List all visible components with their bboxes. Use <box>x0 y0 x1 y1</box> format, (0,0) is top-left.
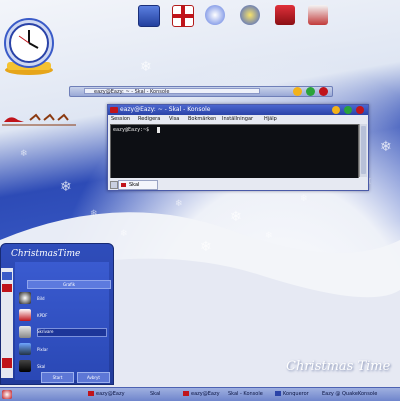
menu-session[interactable]: Session <box>111 115 130 123</box>
monitor-icon[interactable] <box>138 5 160 27</box>
snowflake-icon: ❄ <box>120 229 128 239</box>
maximize-icon[interactable] <box>344 106 352 114</box>
clock-icon <box>4 18 54 75</box>
snowflake-icon: ❄ <box>20 149 28 159</box>
item-label: Bild <box>37 296 45 301</box>
terminal-icon <box>19 360 31 372</box>
snowflake-icon: ❄ <box>140 59 152 75</box>
maximize-icon[interactable] <box>306 87 315 96</box>
snowglobe-icon[interactable] <box>205 5 225 25</box>
konsole-window: eazy@Eazy: ~ - Skal - Konsole Session Re… <box>107 104 369 191</box>
trash-icon[interactable] <box>275 5 295 25</box>
taskbar-item-label: Skal <box>150 391 161 397</box>
taskbar-item[interactable]: Skal <box>150 390 160 399</box>
taskbar-item-label: Konqueror <box>283 391 309 397</box>
tab-skal[interactable]: Skal <box>118 180 158 190</box>
window-titlebar[interactable]: eazy@Eazy: ~ - Skal - Konsole <box>108 105 368 115</box>
list-item[interactable]: Bild <box>19 292 109 308</box>
taskbar-item-label: Eazy @ QuakeKonsole <box>322 391 378 397</box>
snowflake-icon: ❄ <box>265 231 273 241</box>
menubar: Session Redigera Visa Bokmärken Inställn… <box>108 115 368 123</box>
taskbar-item-label: Skal - Konsole <box>228 391 263 397</box>
snowflake-icon: ❄ <box>380 139 392 155</box>
list-item[interactable]: KPDF <box>19 309 109 325</box>
camera-icon <box>19 292 31 304</box>
taskbar-item-label: eazy@Eazy <box>191 391 220 397</box>
terminal-cursor <box>157 127 160 133</box>
list-item[interactable]: Pixlar <box>19 343 109 359</box>
taskbar-item[interactable]: Skal - Konsole <box>228 390 263 399</box>
folder-icon[interactable] <box>2 272 12 280</box>
browser-icon <box>275 391 281 396</box>
taskbar-item[interactable]: Eazy @ QuakeKonsole <box>322 390 377 399</box>
panel-left-strip <box>1 268 13 378</box>
new-tab-icon[interactable] <box>110 181 118 189</box>
panel-content: Grafik Bild KPDF Skrivare Pixlar Skal <box>15 262 111 380</box>
minimized-window-bar[interactable]: eazy@Eazy: ~ - Skal - Konsole <box>69 86 333 97</box>
window-title: eazy@Eazy: ~ - Skal - Konsole <box>120 106 211 113</box>
item-label: Skrivare <box>37 329 54 334</box>
cancel-button[interactable]: Avbryt <box>77 372 110 383</box>
panel-buttons: Start Avbryt <box>41 372 111 383</box>
basket-icon[interactable] <box>308 5 328 25</box>
terminal-icon <box>183 391 189 396</box>
sleigh-icon <box>2 113 76 126</box>
minibar-task-label[interactable]: eazy@Eazy: ~ - Skal - Konsole <box>84 88 260 95</box>
list-item[interactable]: Skrivare <box>19 326 109 342</box>
scrollbar-thumb[interactable] <box>361 126 366 174</box>
wallpaper-brand-text: Christmas Time <box>286 359 391 374</box>
globe-icon[interactable] <box>240 5 260 25</box>
terminal-area[interactable]: eazy@Eazy:~$ <box>110 124 359 179</box>
session-tabbar: Skal <box>108 178 368 190</box>
item-label: Pixlar <box>37 347 49 352</box>
snowflake-icon: ❄ <box>230 209 242 225</box>
taskbar-item[interactable]: Konqueror <box>275 390 309 399</box>
gift-icon[interactable] <box>172 5 194 27</box>
pdf-icon <box>19 309 31 321</box>
menu-hjalp[interactable]: Hjälp <box>264 115 277 123</box>
terminal-prompt: eazy@Eazy:~$ <box>113 127 150 133</box>
start-button[interactable]: Start <box>41 372 74 383</box>
bookmark-icon[interactable] <box>2 284 12 292</box>
gift-icon[interactable] <box>2 358 12 368</box>
paint-icon <box>19 343 31 355</box>
minimize-icon[interactable] <box>332 106 340 114</box>
item-label: Skal <box>37 364 46 369</box>
kmenu-icon[interactable] <box>2 390 12 399</box>
panel-title: ChristmasTime <box>11 249 81 259</box>
close-icon[interactable] <box>319 87 328 96</box>
printer-icon <box>19 326 31 338</box>
terminal-icon <box>88 391 94 396</box>
menu-bokmarken[interactable]: Bokmärken <box>188 115 216 123</box>
snowflake-icon: ❄ <box>90 209 98 219</box>
snowflake-icon: ❄ <box>300 194 308 204</box>
menu-visa[interactable]: Visa <box>169 115 179 123</box>
christmas-time-panel: ChristmasTime Grafik Bild KPDF Skrivare … <box>0 243 114 385</box>
scrollbar[interactable] <box>359 124 367 177</box>
tab-label: Skal <box>129 182 140 188</box>
terminal-icon <box>121 183 126 187</box>
category-label[interactable]: Grafik <box>27 280 111 289</box>
snowflake-icon: ❄ <box>175 199 183 209</box>
menu-redigera[interactable]: Redigera <box>138 115 160 123</box>
close-icon[interactable] <box>356 106 364 114</box>
taskbar-item-label: eazy@Eazy <box>96 391 125 397</box>
item-label: KPDF <box>37 313 48 318</box>
snowflake-icon: ❄ <box>60 179 72 195</box>
minimize-icon[interactable] <box>293 87 302 96</box>
menu-installningar[interactable]: Inställningar <box>222 115 253 123</box>
konsole-app-icon <box>110 107 118 113</box>
snowflake-icon: ❄ <box>200 239 212 255</box>
taskbar: eazy@Eazy Skal eazy@Eazy Skal - Konsole … <box>0 387 400 401</box>
taskbar-item[interactable]: eazy@Eazy <box>88 390 125 399</box>
taskbar-item[interactable]: eazy@Eazy <box>183 390 220 399</box>
